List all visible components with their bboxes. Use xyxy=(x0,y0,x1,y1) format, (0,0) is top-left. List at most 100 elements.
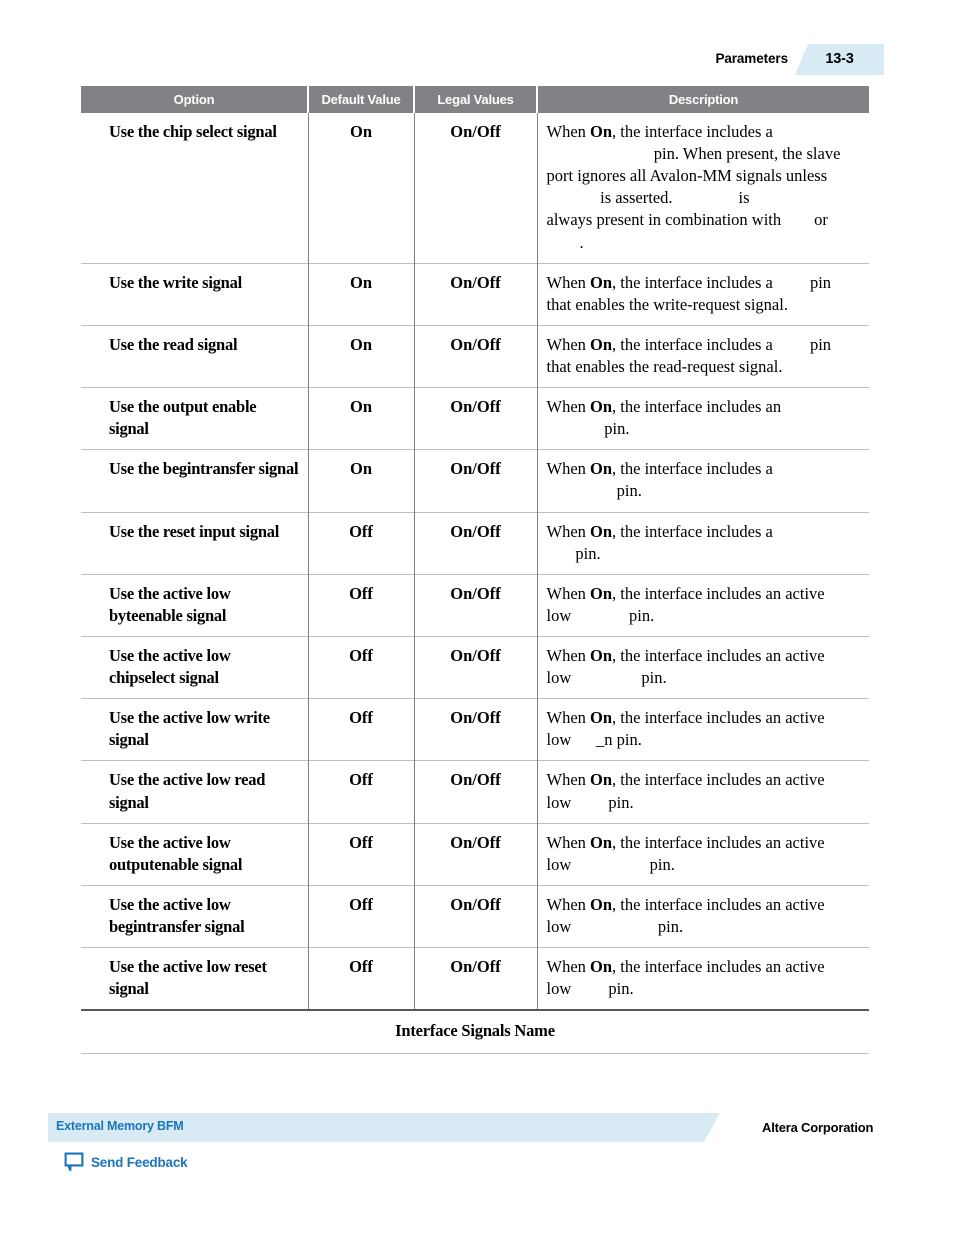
description-text: When xyxy=(546,645,591,665)
description-text: pin. xyxy=(604,792,634,812)
emphasis-text: On xyxy=(590,645,613,665)
emphasis-text: On xyxy=(590,521,613,541)
cell-default-value: Off xyxy=(308,947,415,1011)
description-text: When xyxy=(546,894,591,914)
description-line: always present in combination with or xyxy=(547,209,864,231)
cell-description: When On, the interface includes a pin. xyxy=(537,449,869,513)
description-text: pin. xyxy=(600,419,630,439)
cell-option: Use the reset input signal xyxy=(81,511,309,575)
cell-default-value: Off xyxy=(308,573,415,637)
cell-description: When On, the interface includes an activ… xyxy=(537,822,869,886)
description-text: , the interface includes a xyxy=(612,272,777,292)
cell-option: Use the read signal xyxy=(81,324,309,388)
cell-option: Use the begintransfer signal xyxy=(81,449,309,513)
description-text: pin. When present, the slave xyxy=(649,144,841,164)
table-row: Use the active low byteenable signal Off O… xyxy=(81,573,869,637)
cell-default-value: Off xyxy=(308,635,415,699)
emphasis-text: On xyxy=(590,894,613,914)
description-text: is asserted. xyxy=(596,188,677,208)
cell-option: Use the active low outputenable signal xyxy=(81,822,309,886)
emphasis-text: On xyxy=(590,770,613,790)
cell-legal-values: On/Off xyxy=(414,511,538,575)
description-text: When xyxy=(546,708,591,728)
table-row: Use the write signal On On/Off When On, the… xyxy=(81,262,869,326)
description-line: pin. xyxy=(547,480,864,502)
description-line: low _n pin. xyxy=(547,729,864,751)
column-header-description: Description xyxy=(537,86,869,113)
description-line: low pin. xyxy=(547,792,864,814)
speech-bubble-icon xyxy=(64,1152,84,1173)
cell-legal-values: On/Off xyxy=(414,698,538,761)
description-line: When On, the interface includes an activ… xyxy=(547,956,864,978)
cell-legal-values: On/Off xyxy=(414,635,538,699)
description-text: port ignores all Avalon-MM signals unles… xyxy=(546,166,828,186)
cell-description: When On, the interface includes a pin. W… xyxy=(537,113,869,263)
table-row: Use the read signal On On/Off When On, the … xyxy=(81,324,869,388)
description-text: is xyxy=(734,188,750,208)
cell-default-value: Off xyxy=(308,511,415,575)
description-text: _n pin. xyxy=(596,730,642,750)
description-text: When xyxy=(546,334,591,354)
description-line: low pin. xyxy=(547,916,864,938)
description-text: pin xyxy=(805,272,832,292)
description-text: low xyxy=(546,668,576,688)
description-text: When xyxy=(546,122,591,141)
table-caption: Interface Signals Name xyxy=(81,1009,869,1055)
description-line: When On, the interface includes a xyxy=(547,121,864,143)
description-line: When On, the interface includes a xyxy=(547,521,864,543)
cell-default-value: Off xyxy=(308,822,415,886)
description-text: , the interface includes a xyxy=(612,122,777,141)
cell-default-value: On xyxy=(308,113,415,264)
footer-document-title[interactable]: External Memory BFM xyxy=(56,1119,184,1133)
emphasis-text: On xyxy=(590,459,613,479)
cell-description: When On, the interface includes an pin. xyxy=(537,387,869,450)
description-text: or xyxy=(810,210,828,230)
description-text: When xyxy=(546,832,591,852)
description-line: When On, the interface includes an activ… xyxy=(547,894,864,916)
emphasis-text: On xyxy=(590,334,613,354)
cell-legal-values: On/Off xyxy=(414,760,538,824)
description-line: low pin. xyxy=(547,978,864,1000)
description-line: pin. xyxy=(547,418,864,440)
cell-legal-values: On/Off xyxy=(414,573,538,637)
cell-option: Use the active low chipselect signal xyxy=(81,635,309,699)
table-caption-row: Interface Signals Name xyxy=(81,1009,869,1055)
cell-legal-values: On/Off xyxy=(414,324,538,388)
cell-legal-values: On/Off xyxy=(414,822,538,886)
description-text: , the interface includes a xyxy=(612,459,773,479)
send-feedback-link[interactable]: Send Feedback xyxy=(64,1152,188,1173)
description-text: When xyxy=(546,521,591,541)
description-line: pin. When present, the slave xyxy=(547,143,864,165)
cell-option: Use the active low reset signal xyxy=(81,947,309,1011)
cell-default-value: On xyxy=(308,262,415,326)
description-text: , the interface includes an active xyxy=(612,770,825,790)
description-line: When On, the interface includes a pin xyxy=(547,334,864,356)
cell-legal-values: On/Off xyxy=(414,884,538,948)
description-text: When xyxy=(546,459,591,479)
cell-description: When On, the interface includes a pin tha… xyxy=(537,262,869,326)
description-text: pin. xyxy=(624,605,655,625)
cell-legal-values: On/Off xyxy=(414,947,538,1011)
cell-description: When On, the interface includes an activ… xyxy=(537,760,869,824)
description-text: that enables the write-request signal. xyxy=(546,294,788,314)
table-row: Use the chip select signal On On/Off When O… xyxy=(81,113,869,264)
table-row: Use the reset input signal Off On/Off When … xyxy=(81,511,869,575)
description-line: low pin. xyxy=(547,854,864,876)
description-line: that enables the write-request signal. xyxy=(547,294,864,316)
description-text: When xyxy=(546,397,591,417)
description-text: When xyxy=(546,583,591,603)
description-text: , the interface includes an active xyxy=(612,645,825,665)
column-header-option: Option xyxy=(81,86,309,113)
emphasis-text: On xyxy=(590,832,613,852)
cell-option: Use the active low begintransfer signal xyxy=(81,884,309,948)
table-row: Use the begintransfer signal On On/Off When… xyxy=(81,449,869,513)
description-text: , the interface includes an active xyxy=(612,583,825,603)
description-text: always present in combination with xyxy=(546,210,786,230)
cell-description: When On, the interface includes a pin tha… xyxy=(537,324,869,388)
cell-legal-values: On/Off xyxy=(414,449,538,513)
table-row: Use the active low outputenable signal Of… xyxy=(81,822,869,886)
description-text: . xyxy=(579,232,584,252)
send-feedback-label: Send Feedback xyxy=(91,1155,188,1170)
column-header-default-value: Default Value xyxy=(308,86,415,113)
cell-description: When On, the interface includes an activ… xyxy=(537,884,869,948)
